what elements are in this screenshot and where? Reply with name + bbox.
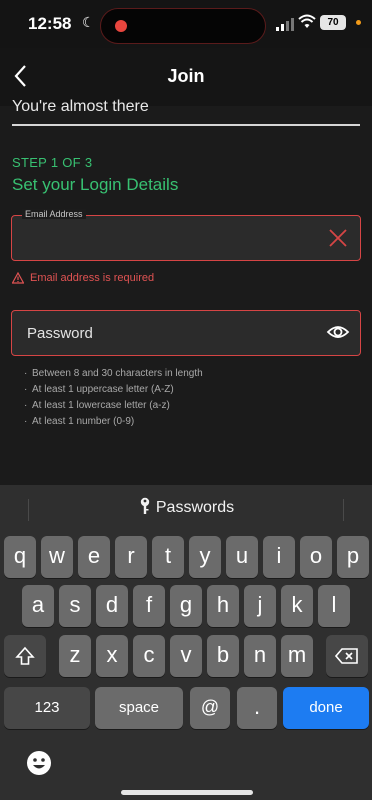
key-h[interactable]: h [207, 585, 239, 627]
key-d[interactable]: d [96, 585, 128, 627]
keyboard: Passwords q w e r t y u i o p a s d f g … [0, 485, 372, 800]
key-m[interactable]: m [281, 635, 313, 677]
status-bar: 12:58 ☾ 70 [0, 0, 372, 48]
wifi-icon [298, 14, 316, 28]
email-field[interactable] [11, 215, 361, 261]
dot-key[interactable]: . [237, 687, 277, 729]
shift-icon [15, 646, 35, 665]
key-f[interactable]: f [133, 585, 165, 627]
password-rule: At least 1 number (0-9) [24, 414, 203, 430]
key-k[interactable]: k [281, 585, 313, 627]
key-p[interactable]: p [337, 536, 369, 578]
privacy-indicator-icon [356, 20, 361, 25]
space-key[interactable]: space [95, 687, 183, 729]
key-w[interactable]: w [41, 536, 73, 578]
key-v[interactable]: v [170, 635, 202, 677]
password-placeholder: Password [27, 325, 93, 342]
passwords-label: Passwords [155, 499, 235, 516]
home-indicator[interactable] [121, 790, 253, 795]
shift-key[interactable] [4, 635, 46, 677]
recording-dot-icon [115, 20, 127, 32]
password-rule: At least 1 lowercase letter (a-z) [24, 398, 203, 414]
key-n[interactable]: n [244, 635, 276, 677]
key-q[interactable]: q [4, 536, 36, 578]
key-l[interactable]: l [318, 585, 350, 627]
dynamic-island [100, 8, 266, 44]
password-rule: At least 1 uppercase letter (A-Z) [24, 382, 203, 398]
email-error-message: Email address is required [30, 272, 155, 284]
passwords-suggestion[interactable]: Passwords [0, 497, 372, 517]
key-r[interactable]: r [115, 536, 147, 578]
key-a[interactable]: a [22, 585, 54, 627]
progress-divider [12, 124, 360, 126]
status-time: 12:58 [28, 14, 72, 33]
key-c[interactable]: c [133, 635, 165, 677]
step-indicator: STEP 1 OF 3 [12, 155, 93, 170]
key-t[interactable]: t [152, 536, 184, 578]
key-z[interactable]: z [59, 635, 91, 677]
password-rules-list: Between 8 and 30 characters in length At… [24, 366, 203, 430]
key-y[interactable]: y [189, 536, 221, 578]
key-j[interactable]: j [244, 585, 276, 627]
numbers-key[interactable]: 123 [4, 687, 90, 729]
show-password-eye-icon[interactable] [326, 321, 350, 343]
section-heading: Set your Login Details [12, 175, 179, 194]
signal-icon [276, 18, 294, 31]
password-rule: Between 8 and 30 characters in length [24, 366, 203, 382]
key-icon [140, 497, 150, 514]
page-title: Join [167, 66, 205, 86]
battery-icon: 70 [320, 15, 346, 30]
backspace-icon [334, 648, 358, 664]
progress-title: You're almost there [12, 98, 149, 114]
at-key[interactable]: @ [190, 687, 230, 729]
email-field-label: Email Address [22, 209, 86, 219]
clear-icon[interactable] [328, 228, 348, 248]
key-i[interactable]: i [263, 536, 295, 578]
moon-icon: ☾ [82, 14, 95, 30]
emoji-icon[interactable] [26, 750, 52, 776]
key-o[interactable]: o [300, 536, 332, 578]
key-e[interactable]: e [78, 536, 110, 578]
key-x[interactable]: x [96, 635, 128, 677]
done-key[interactable]: done [283, 687, 369, 729]
backspace-key[interactable] [326, 635, 368, 677]
key-b[interactable]: b [207, 635, 239, 677]
key-u[interactable]: u [226, 536, 258, 578]
key-s[interactable]: s [59, 585, 91, 627]
warning-icon [12, 272, 24, 284]
key-g[interactable]: g [170, 585, 202, 627]
